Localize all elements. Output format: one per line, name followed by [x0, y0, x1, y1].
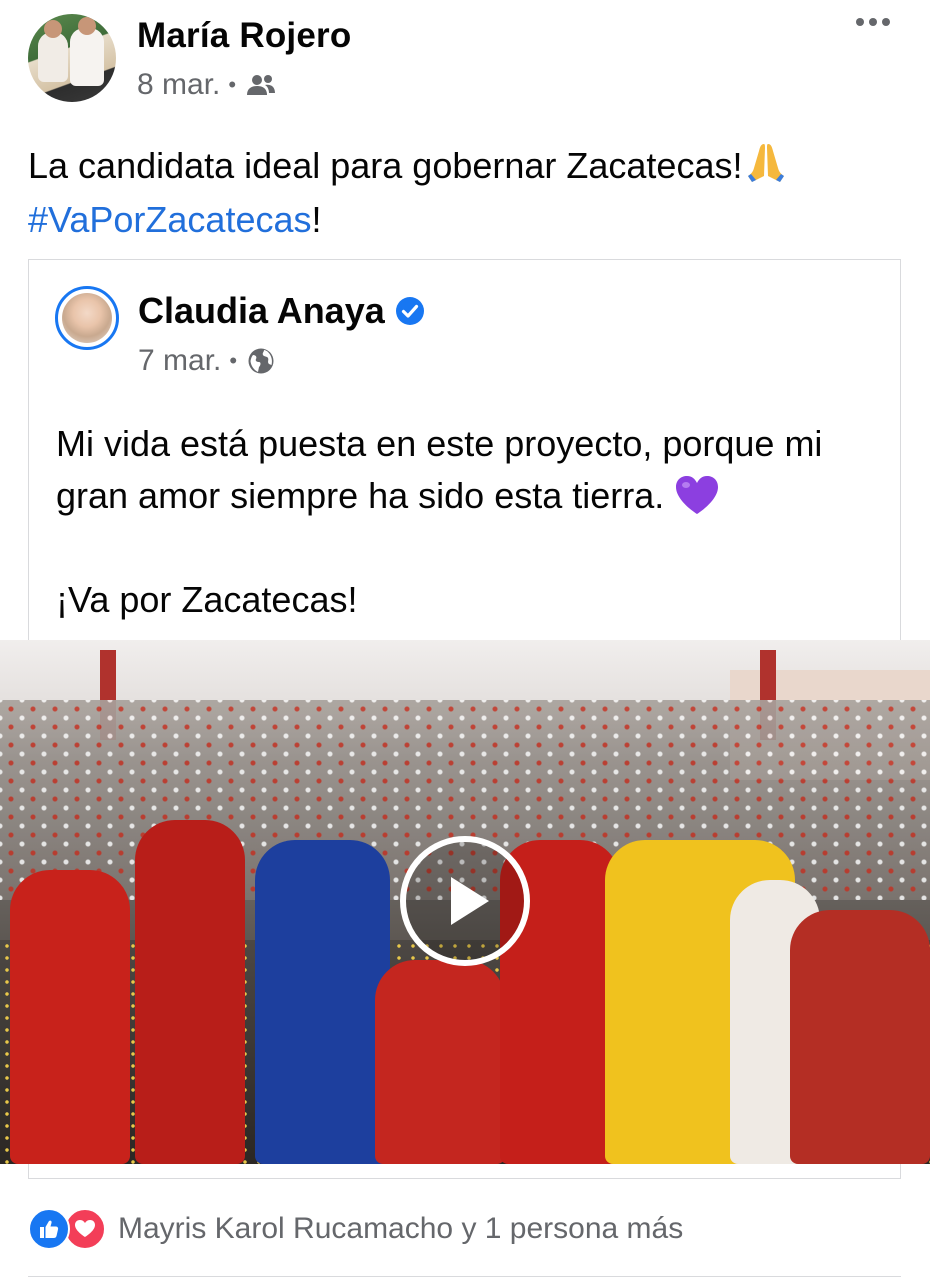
author-name[interactable]: María Rojero [137, 16, 351, 56]
purple-heart-emoji-icon [676, 476, 719, 514]
globe-icon [248, 348, 274, 374]
love-reaction-icon [64, 1208, 106, 1250]
shared-meta: 7 mar. • [138, 344, 275, 378]
like-reaction-icon [28, 1208, 70, 1250]
post-text-end: ! [311, 199, 322, 240]
video-person [135, 820, 245, 1164]
shared-author-name[interactable]: Claudia Anaya [138, 290, 385, 332]
folded-hands-emoji-icon [748, 144, 785, 182]
shared-author-avatar[interactable] [55, 286, 119, 350]
hashtag-link[interactable]: #VaPorZacatecas [28, 199, 311, 240]
reactions-text[interactable]: Mayris Karol Rucamacho y 1 persona más [118, 1212, 683, 1246]
shared-paragraph-2: ¡Va por Zacatecas! [56, 579, 358, 620]
post-date[interactable]: 8 mar. [137, 68, 220, 102]
post-meta: 8 mar. • [137, 68, 276, 102]
divider [28, 1276, 901, 1277]
shared-body: Mi vida está puesta en este proyecto, po… [56, 418, 876, 626]
video-person [375, 960, 505, 1164]
shared-name-row: Claudia Anaya [138, 290, 425, 332]
video-person [790, 910, 930, 1164]
video-player[interactable] [0, 640, 930, 1164]
author-avatar[interactable] [28, 14, 116, 102]
meta-separator: • [228, 72, 237, 97]
post-text: La candidata ideal para gobernar Zacatec… [28, 145, 743, 186]
reactions-summary[interactable]: Mayris Karol Rucamacho y 1 persona más [28, 1208, 683, 1250]
shared-date[interactable]: 7 mar. [138, 344, 221, 378]
post-header: María Rojero 8 mar. • [0, 0, 930, 120]
friends-icon [247, 75, 276, 95]
play-icon[interactable] [400, 836, 530, 966]
video-person [10, 870, 130, 1164]
video-person [255, 840, 390, 1164]
more-options-icon[interactable] [856, 18, 890, 26]
meta-separator: • [229, 348, 238, 373]
verified-badge-icon [395, 297, 424, 325]
post-body: La candidata ideal para gobernar Zacatec… [28, 138, 908, 247]
